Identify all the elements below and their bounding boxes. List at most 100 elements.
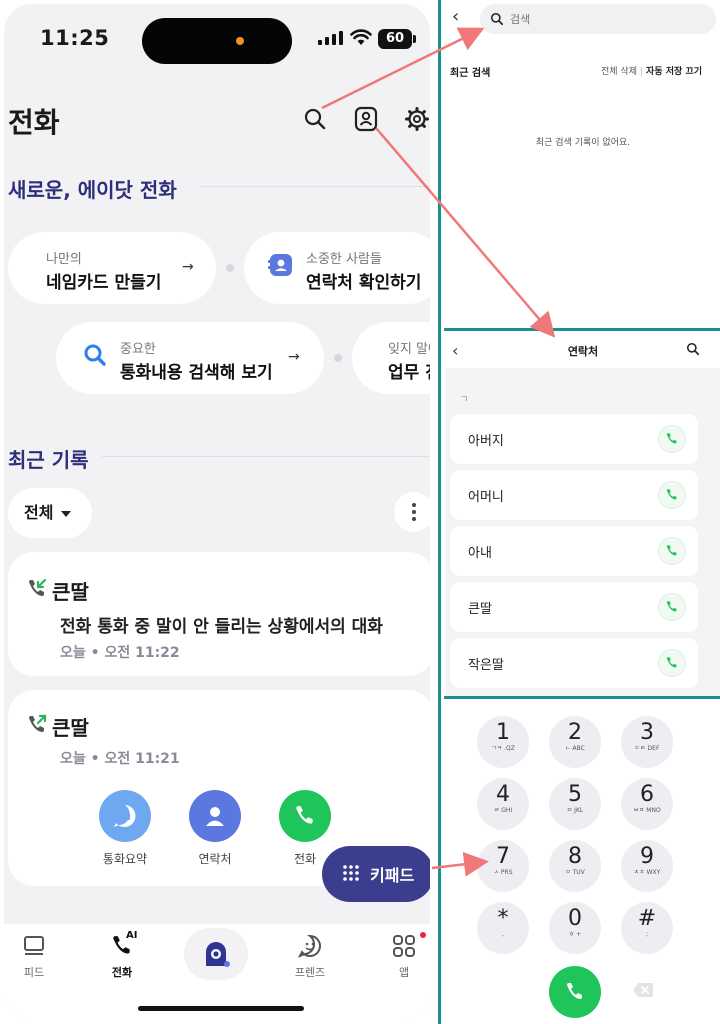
tab-label: 전화 xyxy=(111,966,133,979)
dial-key[interactable]: #; xyxy=(621,902,673,954)
search-screen: ‹ 최근 검색 전체 삭제|자동 저장 끄기 최근 검색 기록이 없어요. xyxy=(446,0,720,328)
dial-key[interactable]: *, xyxy=(477,902,529,954)
arrow-right-icon: → xyxy=(288,349,300,365)
dial-key[interactable]: 3 ㄷㅌ DEF xyxy=(621,716,673,768)
call-record-card[interactable]: 큰딸 전화 통화 중 말이 안 들리는 상황에서의 대화 오늘 • 오전 11:… xyxy=(8,552,430,676)
dial-key[interactable]: 1 ㄱㅋ .QZ xyxy=(477,716,529,768)
dial-key[interactable]: 0ㅎ + xyxy=(549,902,601,954)
contact-name: 작은딸 xyxy=(468,658,504,673)
feed-icon xyxy=(24,936,44,955)
dial-key-letters: ㅇ TUV xyxy=(565,869,585,876)
dialpad-screen: 1 ㄱㅋ .QZ 2 ㄴ ABC 3 ㄷㅌ DEF 4 ㄹ GHI 5 ㅁ JKL 6 ㅂㅍ MNO 7… xyxy=(452,702,720,1024)
section-divider xyxy=(102,456,430,457)
dial-key[interactable]: 5ㅁ JKL xyxy=(549,778,601,830)
caret-down-icon xyxy=(61,510,72,517)
dial-key[interactable]: 2ㄴ ABC xyxy=(549,716,601,768)
contact-row[interactable]: 아내 xyxy=(450,526,698,576)
tab-call[interactable]: AI 전화 xyxy=(92,930,152,980)
contact-row[interactable]: 작은딸 xyxy=(450,638,698,688)
delete-all-link[interactable]: 전체 삭제 xyxy=(601,67,637,77)
call-time: 오늘 • 오전 11:21 xyxy=(60,751,180,767)
phone-icon xyxy=(666,601,677,612)
back-button[interactable]: ‹ xyxy=(452,6,459,27)
dial-key[interactable]: 8ㅇ TUV xyxy=(549,840,601,892)
dial-key-digit: 2 xyxy=(568,720,582,745)
dial-key[interactable]: 9 ㅈㅊ WXY xyxy=(621,840,673,892)
pill-title: 네임카드 만들기 xyxy=(46,273,162,293)
dial-key-letters: ㄴ ABC xyxy=(565,745,585,752)
namecard-pill[interactable]: 나만의 네임카드 만들기 → xyxy=(8,232,216,304)
outgoing-call-icon xyxy=(29,714,47,732)
keypad-icon xyxy=(343,865,359,881)
backspace-icon[interactable] xyxy=(632,982,654,998)
more-options-button[interactable] xyxy=(394,492,430,532)
contact-call-button[interactable] xyxy=(658,481,686,509)
call-summary-action[interactable]: 통화요약 xyxy=(90,790,160,867)
phone-icon xyxy=(666,545,677,556)
contact-row[interactable]: 아버지 xyxy=(450,414,698,464)
filter-dropdown[interactable]: 전체 xyxy=(8,488,92,538)
dial-call-button[interactable] xyxy=(549,966,601,1018)
apps-grid-icon xyxy=(393,935,415,957)
dial-key[interactable]: 4ㄹ GHI xyxy=(477,778,529,830)
dial-key-digit: 9 xyxy=(640,844,654,869)
index-letter: ㄱ xyxy=(460,395,469,405)
tab-feed[interactable]: 피드 xyxy=(4,932,64,980)
work-pill[interactable]: 잊지 말아 업무 전 xyxy=(352,322,430,394)
pill-title: 통화내용 검색해 보기 xyxy=(120,363,273,383)
contact-call-button[interactable] xyxy=(658,425,686,453)
phone-icon xyxy=(279,790,331,842)
gear-icon xyxy=(405,107,429,131)
tab-adot-home[interactable] xyxy=(184,928,248,980)
contact-row[interactable]: 큰딸 xyxy=(450,582,698,632)
search-bar[interactable] xyxy=(480,4,716,34)
tab-label: 앱 xyxy=(398,966,410,979)
contact-call-button[interactable] xyxy=(658,537,686,565)
auto-save-off-link[interactable]: 자동 저장 끄기 xyxy=(646,67,702,77)
main-phone-screen: 11:25 60 전화 새로운, 에이닷 전화 나만의 네임카드 만들기 → 소… xyxy=(4,4,430,1020)
contact-action[interactable]: 연락처 xyxy=(180,790,250,867)
settings-button[interactable] xyxy=(402,104,430,134)
home-indicator xyxy=(138,1006,304,1011)
panel-divider xyxy=(444,696,720,699)
pill-subtitle: 잊지 말아 xyxy=(388,342,430,357)
tab-apps[interactable]: 앱 xyxy=(374,932,430,980)
dial-key[interactable]: 6 ㅂㅍ MNO xyxy=(621,778,673,830)
contacts-button[interactable] xyxy=(351,104,381,134)
phone-icon xyxy=(666,489,677,500)
empty-state-message: 최근 검색 기록이 없어요. xyxy=(535,138,631,148)
dial-key-digit: 8 xyxy=(568,844,582,869)
dial-key-digit: # xyxy=(637,906,657,931)
keypad-button[interactable]: 키패드 xyxy=(322,846,430,902)
call-search-pill[interactable]: 중요한 통화내용 검색해 보기 → xyxy=(56,322,324,394)
tab-friends[interactable]: 프렌즈 xyxy=(280,932,340,980)
dial-key-digit: 3 xyxy=(640,720,654,745)
page-title: 전화 xyxy=(8,106,60,139)
dial-key[interactable]: 7ㅅ PRS xyxy=(477,840,529,892)
caller-name: 큰딸 xyxy=(52,716,89,740)
search-icon[interactable] xyxy=(686,342,700,356)
friends-chat-icon xyxy=(297,934,321,958)
recent-section-title: 최근 기록 xyxy=(8,448,89,472)
contacts-pill[interactable]: 소중한 사람들 연락처 확인하기 xyxy=(244,232,430,304)
contact-call-button[interactable] xyxy=(658,593,686,621)
dial-key-letters: ㅈㅊ WXY xyxy=(633,869,661,876)
dial-key-letters: ㅂㅍ MNO xyxy=(633,807,661,814)
tab-label: 프렌즈 xyxy=(294,966,326,979)
dial-key-letters: , xyxy=(502,931,504,938)
dial-key-digit: * xyxy=(497,906,509,931)
contact-row[interactable]: 어머니 xyxy=(450,470,698,520)
contact-call-button[interactable] xyxy=(658,649,686,677)
wifi-icon xyxy=(350,29,372,45)
search-icon xyxy=(490,12,504,26)
tab-label: 피드 xyxy=(23,966,45,979)
recent-search-actions: 전체 삭제 | 자동 저장 끄기 xyxy=(601,67,702,77)
search-button[interactable] xyxy=(300,104,330,134)
dial-key-digit: 6 xyxy=(640,782,654,807)
dial-key-digit: 0 xyxy=(568,906,582,931)
search-input[interactable] xyxy=(510,4,700,34)
privacy-indicator-dot xyxy=(236,37,244,45)
dial-key-digit: 1 xyxy=(496,720,510,745)
pill-title: 업무 전 xyxy=(388,363,430,383)
dial-key-letters: ㄱㅋ .QZ xyxy=(491,745,515,752)
